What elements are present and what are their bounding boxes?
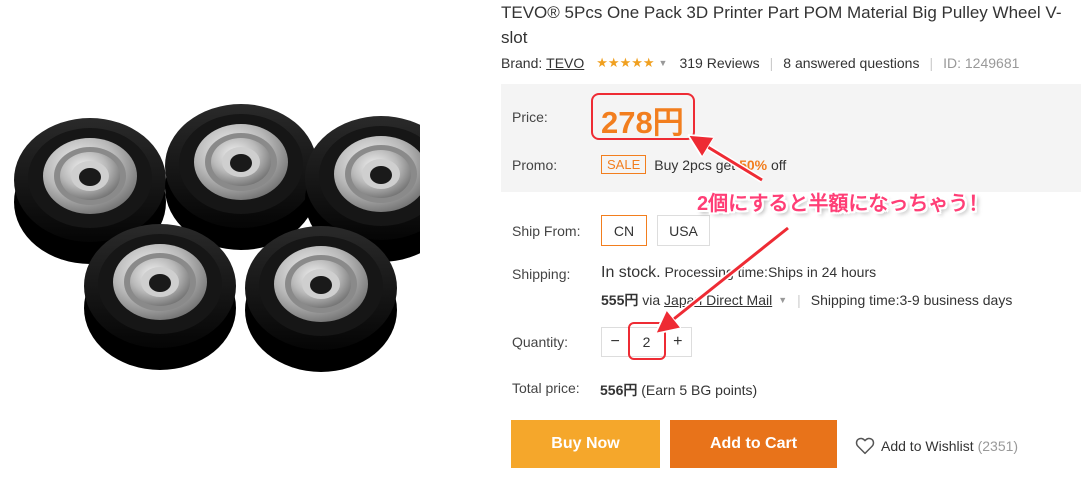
arrow-to-quantity [660,226,789,330]
arrow-to-price [693,138,763,182]
annotation-text: 2個にすると半額になっちゃう！ [697,193,989,215]
annotation-arrows [0,0,790,479]
